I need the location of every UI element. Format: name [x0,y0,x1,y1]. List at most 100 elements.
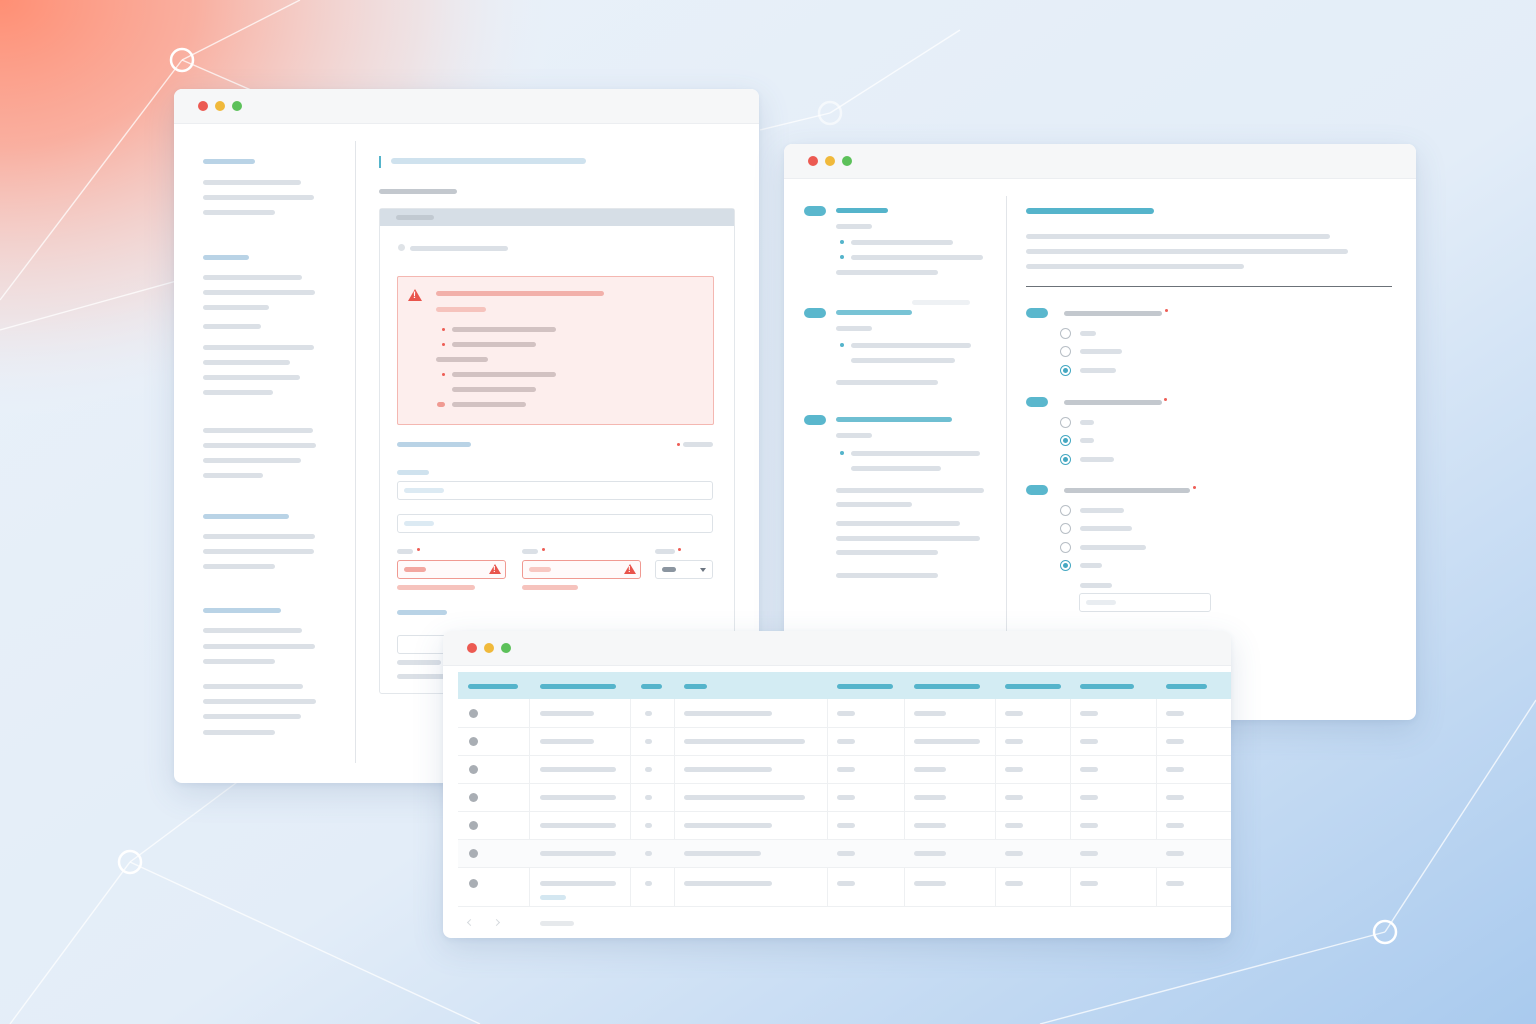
sidebar-item[interactable] [203,714,301,719]
sidebar-item[interactable] [203,644,315,649]
summary-heading [836,417,952,422]
error-bullet [442,343,445,346]
radio-option[interactable] [1060,505,1071,516]
table-cell [914,795,946,800]
table-cell [1005,739,1023,744]
sidebar-item[interactable] [203,210,275,215]
column-header[interactable] [540,684,616,689]
alert-subtitle [436,307,486,312]
column-header[interactable] [684,684,707,689]
text-input[interactable] [397,481,713,500]
column-header[interactable] [641,684,662,689]
radio-option-selected[interactable] [1060,435,1071,446]
sidebar-item[interactable] [203,428,313,433]
option-label [1080,438,1094,443]
sidebar-item[interactable] [203,730,275,735]
sidebar-section-heading [203,159,255,164]
close-button[interactable] [467,643,477,653]
sidebar-item[interactable] [203,195,314,200]
chevron-down-icon [700,568,706,572]
close-button[interactable] [198,101,208,111]
summary-text [836,433,872,438]
radio-option[interactable] [1060,523,1071,534]
sidebar-item[interactable] [203,549,314,554]
minimize-button[interactable] [825,156,835,166]
row-status-dot [469,737,478,746]
sidebar-item[interactable] [203,659,275,664]
table-row[interactable] [458,756,1231,784]
text-input-error[interactable] [397,560,506,579]
table-cell [837,881,855,886]
error-bullet [442,373,445,376]
radio-option[interactable] [1060,346,1071,357]
sidebar-item[interactable] [203,375,300,380]
column-header[interactable] [914,684,980,689]
radio-option-selected[interactable] [1060,365,1071,376]
table-row[interactable] [458,868,1231,907]
sidebar-item[interactable] [203,699,316,704]
sidebar-item[interactable] [203,684,303,689]
page-indicator [540,921,574,926]
column-header[interactable] [837,684,893,689]
sidebar-item[interactable] [203,534,315,539]
summary-text [836,502,912,507]
chevron-left-icon[interactable] [466,918,475,927]
text-input-error[interactable] [522,560,641,579]
description-text [1026,264,1244,269]
radio-option[interactable] [1060,328,1071,339]
radio-option-selected[interactable] [1060,560,1071,571]
sidebar-item[interactable] [203,443,316,448]
table-cell [1080,881,1098,886]
table-row[interactable] [458,699,1231,728]
table-cell [1080,767,1098,772]
sidebar-item[interactable] [203,180,301,185]
table-cell [540,881,616,886]
maximize-button[interactable] [501,643,511,653]
sidebar-item[interactable] [203,390,273,395]
radio-option-selected[interactable] [1060,454,1071,465]
sidebar-item[interactable] [203,275,302,280]
table-row[interactable] [458,784,1231,812]
chevron-right-icon[interactable] [492,918,501,927]
table-row[interactable] [458,812,1231,840]
column-header[interactable] [1005,684,1061,689]
maximize-button[interactable] [232,101,242,111]
sidebar-item[interactable] [203,345,314,350]
sidebar-item[interactable] [203,305,269,310]
minimize-button[interactable] [215,101,225,111]
table-cell [914,881,946,886]
column-header[interactable] [1080,684,1134,689]
question-label [1064,488,1190,493]
column-header[interactable] [1166,684,1207,689]
required-legend [683,442,713,447]
warning-icon [489,564,501,574]
table-row[interactable] [458,728,1231,756]
page-subtitle [379,189,457,194]
table-cell [1166,851,1184,856]
table-cell [540,823,616,828]
summary-heading [836,208,888,213]
sidebar-item[interactable] [203,473,263,478]
sidebar-item[interactable] [203,458,301,463]
sidebar-item[interactable] [203,628,302,633]
error-item [452,372,556,377]
sidebar-item[interactable] [203,360,290,365]
sidebar-item[interactable] [203,564,275,569]
minimize-button[interactable] [484,643,494,653]
other-text-input[interactable] [1079,593,1211,612]
select-dropdown[interactable] [655,560,713,579]
table-cell [1080,711,1098,716]
sidebar-item[interactable] [203,290,315,295]
sidebar-item[interactable] [203,324,261,329]
close-button[interactable] [808,156,818,166]
column-header[interactable] [468,684,518,689]
radio-option[interactable] [1060,417,1071,428]
maximize-button[interactable] [842,156,852,166]
table-cell [914,851,946,856]
radio-option[interactable] [1060,542,1071,553]
summary-text [851,358,955,363]
summary-text [836,326,872,331]
table-row[interactable] [458,840,1231,868]
text-input[interactable] [397,514,713,533]
table-cell [684,711,772,716]
